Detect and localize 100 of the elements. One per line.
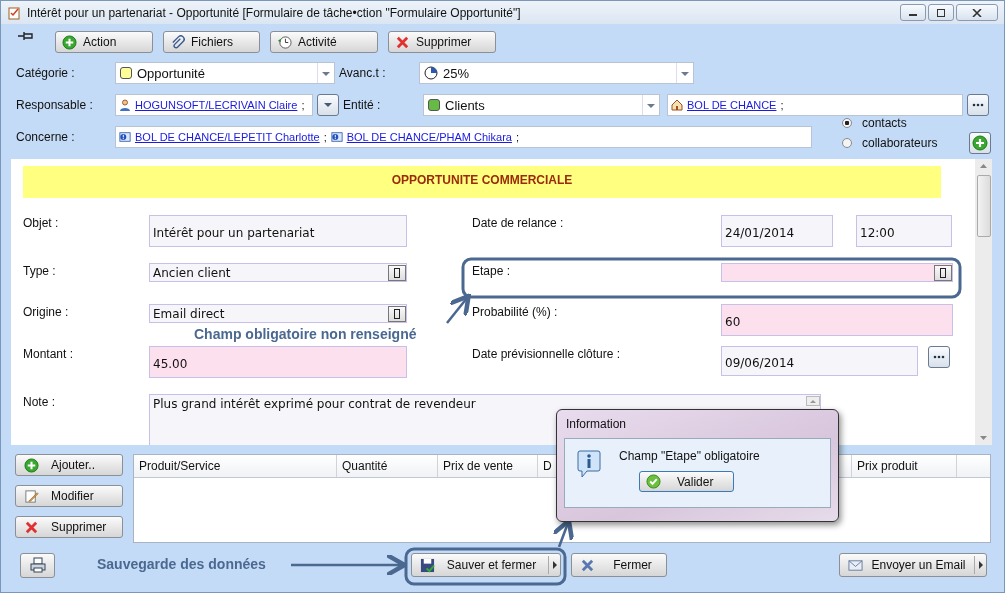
product-button[interactable]: Ajouter.. (15, 454, 123, 476)
printer-icon (29, 557, 46, 573)
select-field[interactable]: Ancien client (149, 263, 407, 282)
contact-link[interactable]: HOGUNSOFT/LECRIVAIN Claire (135, 99, 298, 111)
field-label: Responsable : (16, 98, 94, 112)
date-field[interactable]: 24/01/2014 (721, 215, 833, 247)
clock-icon (277, 34, 292, 50)
maximize-button[interactable] (928, 4, 954, 21)
scrollbar[interactable] (975, 159, 992, 445)
scrollbar-thumb[interactable] (976, 175, 991, 237)
field-label: Objet : (23, 216, 60, 230)
close-icon (972, 8, 982, 17)
more-button[interactable] (967, 94, 989, 116)
field-label: Date prévisionnelle clôture : (472, 347, 622, 361)
separator-text: ; (515, 131, 519, 143)
field-label: Etape : (472, 264, 512, 278)
select-button[interactable] (934, 264, 952, 281)
footer-button[interactable]: Fermer (571, 553, 667, 577)
window-title: Intérêt pour un partenariat - Opportunité [Formulaire de tâche•ction "Formulaire Opportunité"] (27, 5, 521, 20)
plus-icon (972, 135, 988, 151)
date-field[interactable]: 09/06/2014 (721, 346, 918, 376)
radio-button[interactable] (842, 138, 852, 148)
time-field[interactable]: 12:00 (856, 215, 952, 247)
field-label: Catégorie : (16, 66, 76, 80)
plus-icon (62, 34, 77, 50)
separator-text: ; (780, 99, 784, 111)
field-label: Probabilité (%) : (472, 305, 559, 319)
print-button[interactable] (20, 552, 55, 578)
callout-arrow (446, 293, 471, 324)
list-icon (394, 308, 400, 319)
separator-text: ; (301, 99, 305, 111)
radio-option[interactable]: collaborateurs (842, 134, 938, 152)
house-icon (671, 99, 683, 111)
dropdown-arrow-icon (323, 102, 333, 108)
close-button[interactable] (956, 4, 998, 21)
column-header[interactable]: Prix produit (852, 455, 957, 477)
close-icon (580, 557, 595, 573)
task-icon (7, 5, 21, 20)
field-label: Type : (23, 264, 57, 278)
text-field[interactable]: 60 (721, 304, 953, 336)
date-picker-button[interactable] (928, 346, 950, 368)
separator-text: ; (323, 131, 327, 143)
column-header[interactable]: Produit/Service (134, 455, 337, 477)
toolbar-button[interactable]: Activité (270, 31, 378, 53)
add-button[interactable] (969, 132, 991, 154)
entity-dropdown[interactable]: Clients (423, 94, 660, 116)
toolbar-button[interactable]: Fichiers (163, 31, 260, 53)
toolbar-button[interactable]: Supprimer (388, 31, 496, 53)
footer-button[interactable]: Sauver et fermer (411, 553, 561, 577)
pie-chart-icon (424, 66, 438, 80)
paperclip-icon (170, 34, 185, 50)
envelope-icon (848, 557, 863, 573)
dialog-message: Champ "Etape" obligatoire (619, 449, 760, 463)
select-button[interactable] (388, 264, 406, 281)
plus-icon (24, 457, 39, 473)
text-field[interactable]: 45.00 (149, 346, 407, 378)
info-icon (577, 449, 601, 479)
dropdown-button[interactable] (317, 94, 339, 116)
more-icon (972, 103, 984, 107)
concerns-field[interactable]: BOL DE CHANCE/LEPETIT Charlotte ; BOL DE CHANCE/PHAM Chikara ; (115, 126, 812, 148)
column-header[interactable]: Prix de vente (438, 455, 538, 477)
toolbar-button[interactable]: Action (55, 31, 153, 53)
pin-icon[interactable] (18, 31, 34, 41)
text-field[interactable]: Intérêt pour un partenariat (149, 215, 407, 247)
product-button[interactable]: Supprimer (15, 516, 123, 538)
contact-card-icon (330, 131, 343, 143)
select-field[interactable] (721, 263, 953, 282)
annotation-text: Sauvegarde des données (97, 556, 266, 572)
field-label: Concerne : (16, 130, 76, 144)
company-link[interactable]: BOL DE CHANCE (687, 99, 777, 111)
progress-dropdown[interactable]: 25% (419, 62, 694, 84)
company-field[interactable]: BOL DE CHANCE ; (667, 94, 963, 116)
list-icon (940, 267, 946, 278)
delete-icon (24, 519, 39, 535)
select-field[interactable]: Email direct (149, 304, 407, 323)
contact-link[interactable]: BOL DE CHANCE/PHAM Chikara (346, 131, 512, 143)
field-label: Entité : (343, 98, 382, 112)
delete-icon (395, 34, 410, 50)
list-icon (394, 267, 400, 278)
column-header[interactable]: Quantité (337, 455, 438, 477)
field-label: Note : (23, 395, 56, 409)
more-icon (933, 355, 945, 359)
contact-card-icon (119, 131, 131, 143)
scroll-up-icon (806, 396, 820, 406)
confirm-button[interactable]: Valider (639, 471, 734, 492)
dialog-title: Information (566, 417, 628, 431)
product-button[interactable]: Modifier (15, 485, 123, 507)
section-title: OPPORTUNITE COMMERCIALE (391, 173, 573, 189)
edit-icon (24, 488, 39, 504)
responsible-field[interactable]: HOGUNSOFT/LECRIVAIN Claire ; (115, 94, 313, 116)
field-label: Avanc.t : (339, 66, 387, 80)
footer-button[interactable]: Envoyer un Email (839, 553, 987, 577)
select-button[interactable] (388, 305, 406, 322)
minimize-button[interactable] (900, 4, 926, 21)
radio-button[interactable] (842, 118, 852, 128)
field-label: Origine : (23, 305, 70, 319)
radio-option[interactable]: contacts (842, 114, 938, 132)
contact-link[interactable]: BOL DE CHANCE/LEPETIT Charlotte (135, 131, 320, 143)
field-label: Montant : (23, 347, 75, 361)
category-dropdown[interactable]: Opportunité (115, 62, 335, 84)
